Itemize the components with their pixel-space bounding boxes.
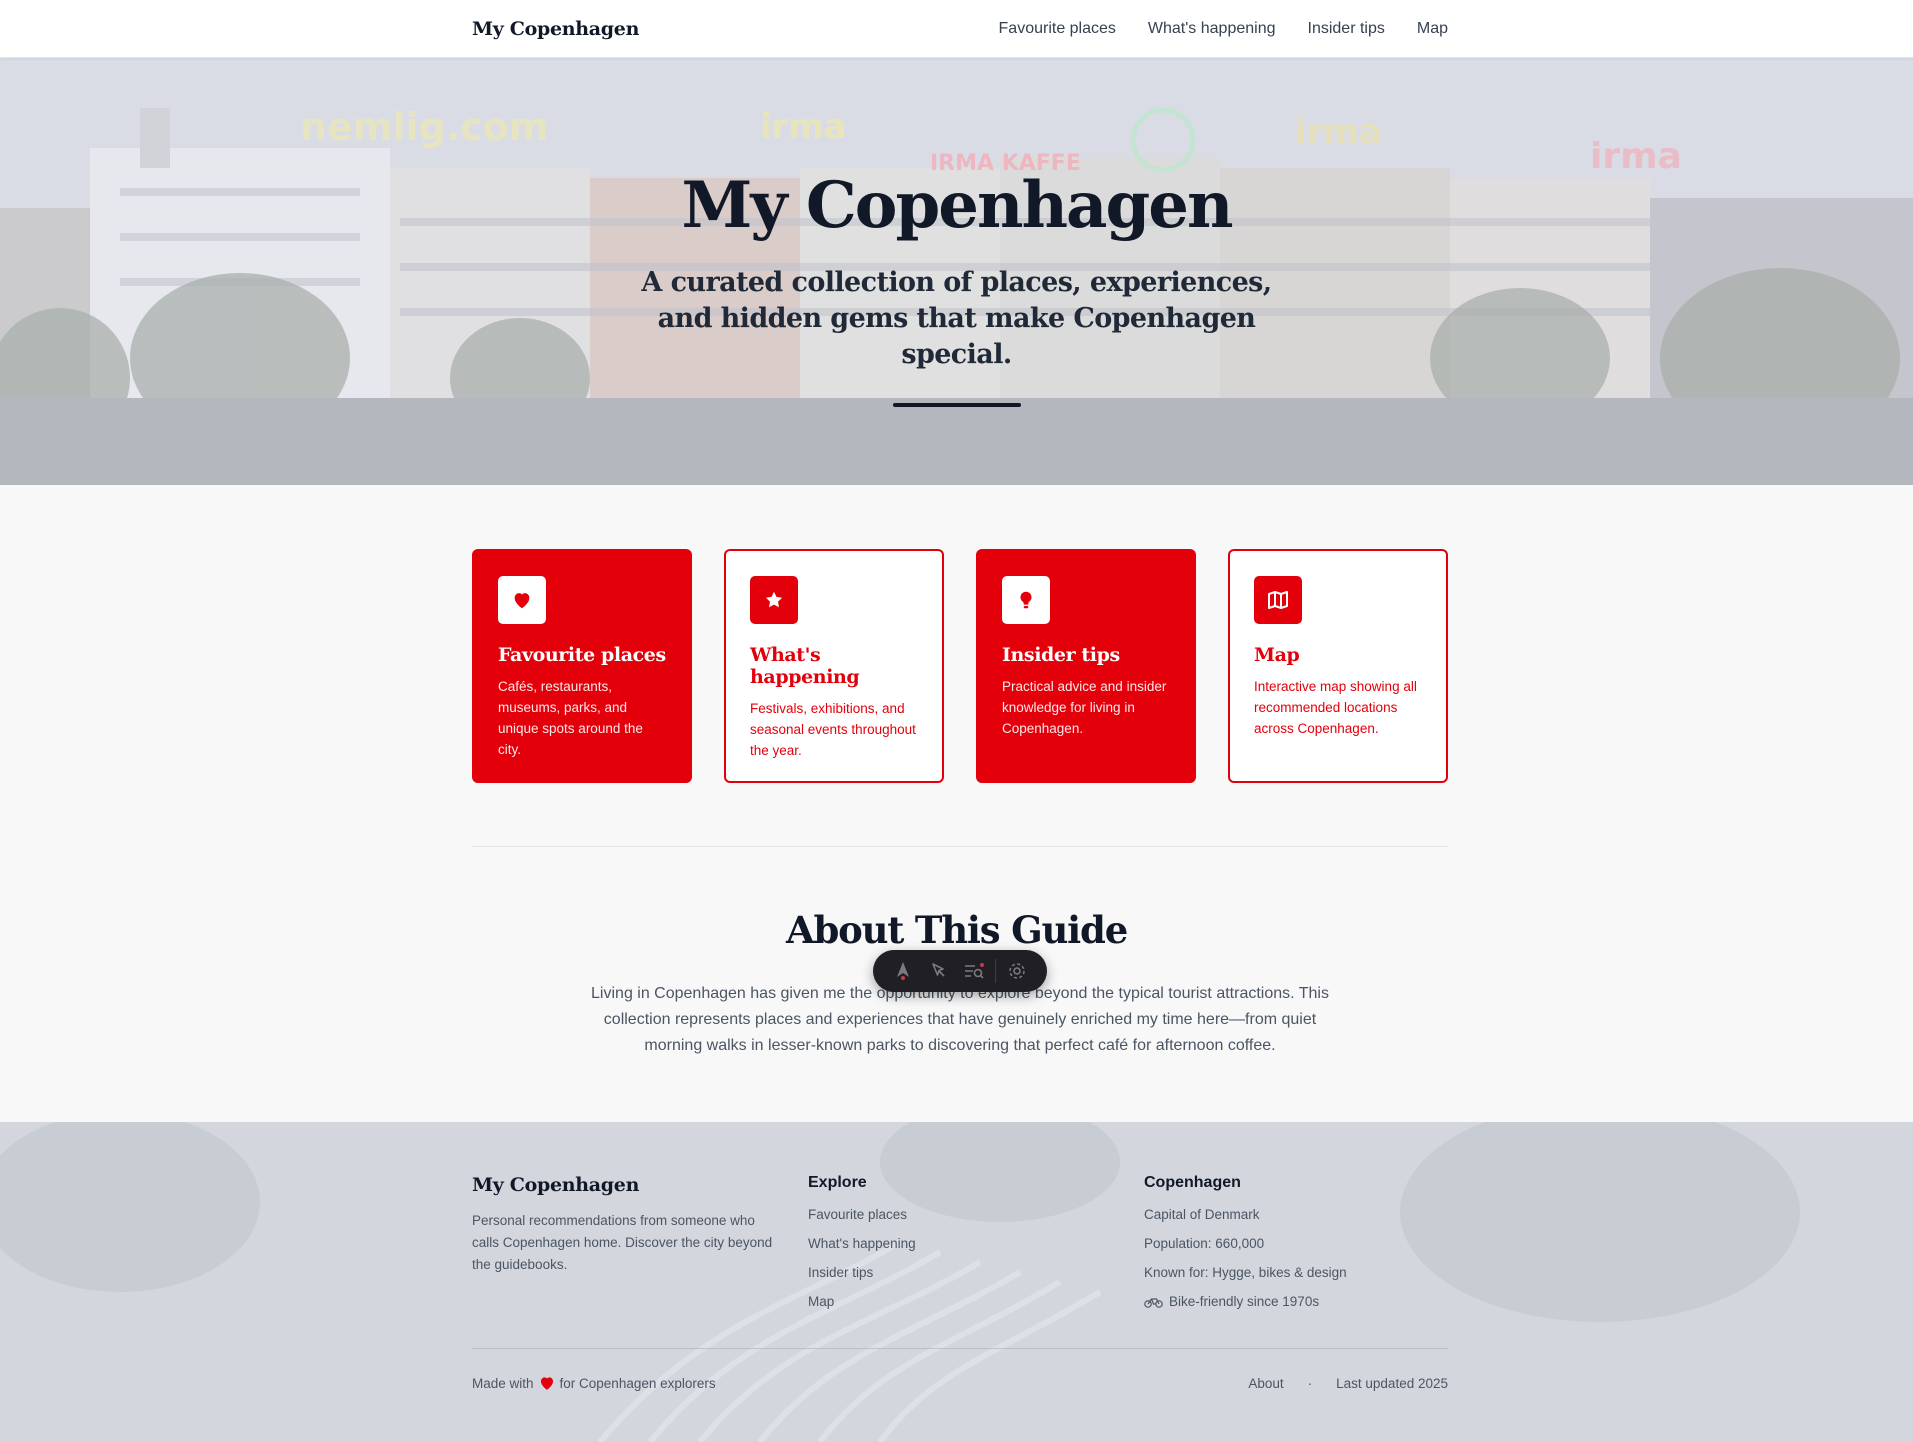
- star-icon: [750, 576, 798, 624]
- inspect-cursor-icon[interactable]: [924, 956, 954, 986]
- about-title: About This Guide: [785, 908, 1128, 952]
- section-divider: [472, 846, 1448, 847]
- city-fact-bikes: Bike-friendly since 1970s: [1144, 1293, 1347, 1311]
- footer-link-whats-happening[interactable]: What's happening: [808, 1235, 916, 1253]
- card-title: What's happening: [750, 644, 860, 688]
- audit-list-icon[interactable]: [959, 956, 989, 986]
- site-footer: My Copenhagen Personal recommendations f…: [0, 1122, 1913, 1442]
- about-text: Living in Copenhagen has given me the op…: [591, 985, 1329, 1054]
- bicycle-icon: [1144, 1298, 1163, 1308]
- nav-link-whats-happening[interactable]: What's happening: [1148, 20, 1276, 38]
- footer-overlay: [0, 1122, 1913, 1442]
- card-title: Insider tips: [1002, 644, 1120, 666]
- brand-logo-link[interactable]: My Copenhagen: [472, 18, 639, 40]
- feature-cards: Favourite places Cafés, restaurants, mus…: [472, 549, 1448, 783]
- nav-link-favourite-places[interactable]: Favourite places: [999, 20, 1116, 38]
- heart-icon: [540, 1377, 553, 1390]
- toolbar-separator: [995, 959, 997, 983]
- hero-divider: [892, 403, 1021, 407]
- hero-subtitle: A curated collection of places, experien…: [641, 267, 1272, 370]
- heart-icon: [498, 576, 546, 624]
- hero-title: My Copenhagen: [681, 168, 1234, 243]
- city-fact-known-for: Known for: Hygge, bikes & design: [1144, 1265, 1347, 1280]
- footer-divider: [472, 1348, 1448, 1349]
- footer-about-link[interactable]: About: [1248, 1376, 1283, 1391]
- last-updated: Last updated 2025: [1336, 1375, 1448, 1391]
- footer-separator: ·: [1307, 1375, 1313, 1391]
- card-description: Festivals, exhibitions, and seasonal eve…: [750, 701, 916, 758]
- made-with-love: Made with for Copenhagen explorers: [472, 1374, 716, 1392]
- nav-link-map[interactable]: Map: [1417, 20, 1448, 38]
- footer-link-map[interactable]: Map: [808, 1293, 916, 1311]
- footer-city-column: Copenhagen Capital of Denmark Population…: [1144, 1174, 1347, 1322]
- footer-link-insider-tips[interactable]: Insider tips: [808, 1264, 916, 1282]
- footer-description: Personal recommendations from someone wh…: [472, 1213, 773, 1272]
- map-icon: [1254, 576, 1302, 624]
- footer-link-favourite-places[interactable]: Favourite places: [808, 1206, 916, 1224]
- card-insider-tips[interactable]: Insider tips Practical advice and inside…: [976, 549, 1196, 783]
- footer-bottom-bar: Made with for Copenhagen explorers About…: [472, 1374, 1448, 1392]
- card-whats-happening[interactable]: What's happening Festivals, exhibitions,…: [724, 549, 944, 783]
- nav-link-insider-tips[interactable]: Insider tips: [1308, 20, 1385, 38]
- footer-explore-heading: Explore: [808, 1174, 867, 1191]
- card-title: Map: [1254, 644, 1300, 666]
- navbar-inner: My Copenhagen Favourite places What's ha…: [472, 0, 1448, 58]
- floating-toolbar: [873, 950, 1047, 992]
- card-favourite-places[interactable]: Favourite places Cafés, restaurants, mus…: [472, 549, 692, 783]
- hero-content: My Copenhagen A curated collection of pl…: [0, 168, 1913, 407]
- top-navbar: My Copenhagen Favourite places What's ha…: [0, 0, 1913, 58]
- city-fact-bikes-label: Bike-friendly since 1970s: [1169, 1294, 1320, 1309]
- footer-explore-list: Favourite places What's happening Inside…: [808, 1206, 916, 1311]
- footer-city-heading: Copenhagen: [1144, 1174, 1241, 1191]
- footer-brand: My Copenhagen: [472, 1174, 640, 1196]
- footer-city-facts: Capital of Denmark Population: 660,000 K…: [1144, 1206, 1347, 1311]
- footer-explore-column: Explore Favourite places What's happenin…: [808, 1174, 916, 1322]
- footer-bottom-right: About · Last updated 2025: [1248, 1374, 1448, 1392]
- card-description: Interactive map showing all recommended …: [1254, 679, 1417, 736]
- card-title: Favourite places: [498, 644, 666, 666]
- city-fact-population: Population: 660,000: [1144, 1236, 1265, 1251]
- footer-about-column: My Copenhagen Personal recommendations f…: [472, 1174, 782, 1276]
- made-with-prefix: Made with: [472, 1375, 534, 1391]
- hero-section: nemlig.com irma irma irma IRMA KAFFE My …: [0, 58, 1913, 485]
- made-with-suffix: for Copenhagen explorers: [559, 1375, 716, 1391]
- gear-icon[interactable]: [1002, 956, 1032, 986]
- card-map[interactable]: Map Interactive map showing all recommen…: [1228, 549, 1448, 783]
- card-description: Cafés, restaurants, museums, parks, and …: [498, 679, 643, 757]
- nav-links: Favourite places What's happening Inside…: [999, 20, 1448, 38]
- card-description: Practical advice and insider knowledge f…: [1002, 679, 1167, 736]
- city-fact-capital: Capital of Denmark: [1144, 1207, 1260, 1222]
- astro-logo-icon[interactable]: [888, 956, 918, 986]
- lightbulb-icon: [1002, 576, 1050, 624]
